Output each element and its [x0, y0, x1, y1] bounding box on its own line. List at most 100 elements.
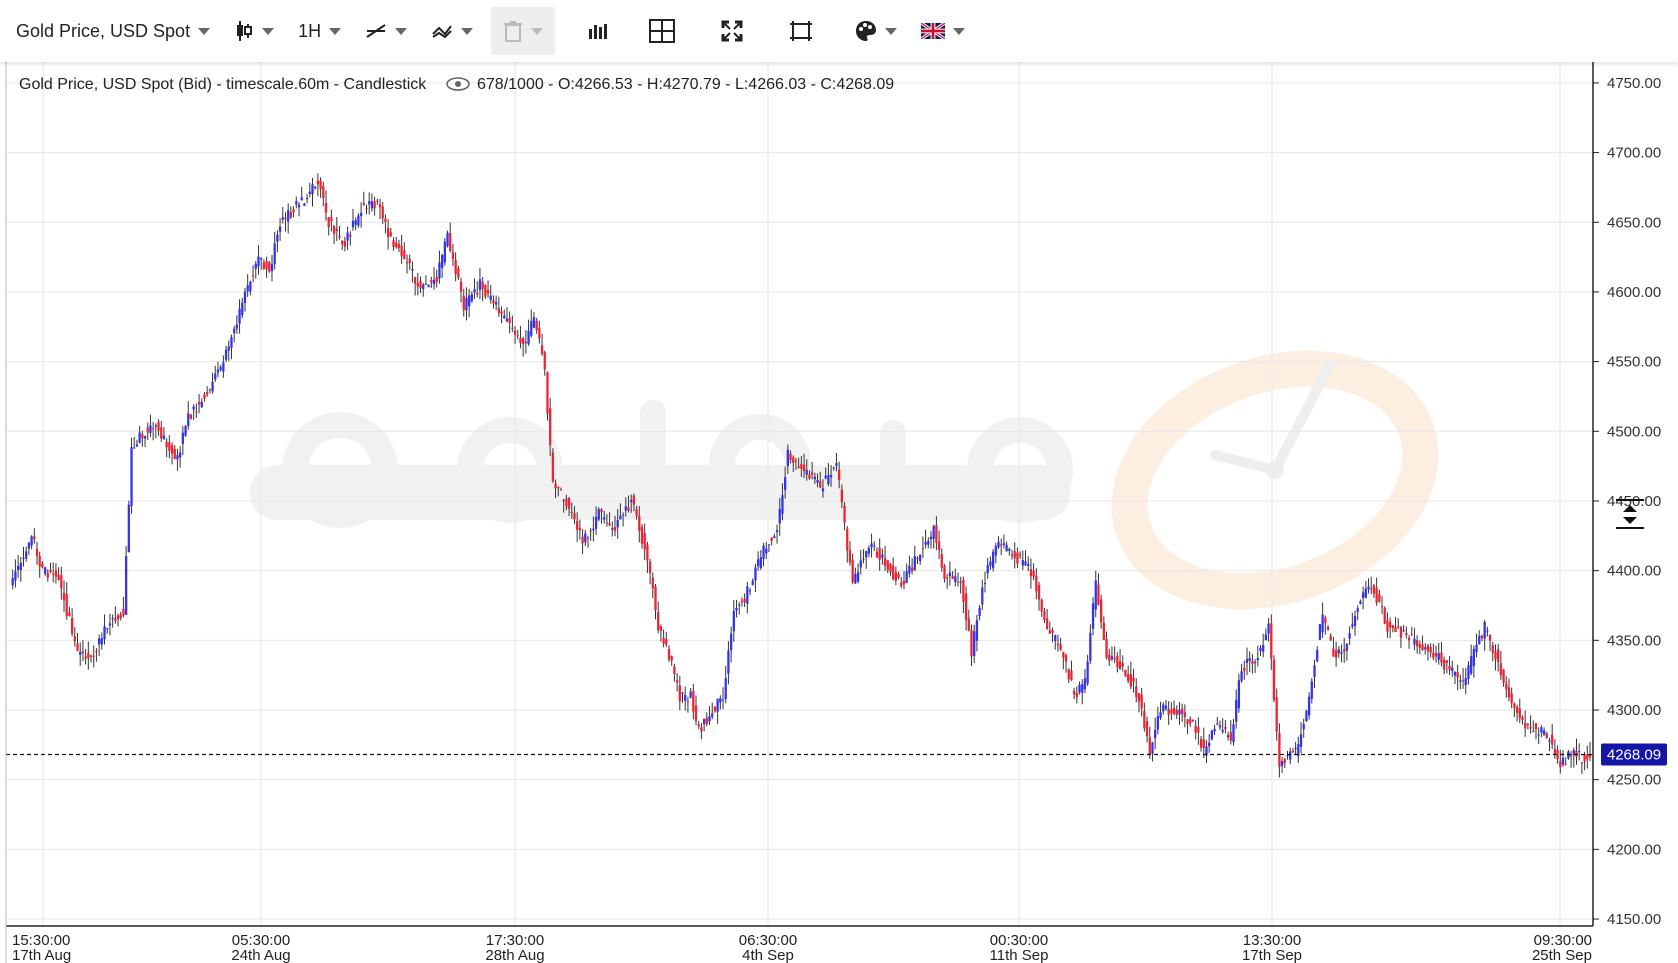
candle-body	[292, 209, 295, 213]
crosshair-toggle-button[interactable]	[643, 7, 681, 55]
candle-body	[627, 507, 630, 511]
candle-body	[675, 680, 679, 683]
candle-body	[802, 464, 806, 472]
candle-body	[1480, 635, 1484, 639]
candle-body	[519, 337, 522, 344]
language-selector[interactable]	[915, 7, 971, 55]
candle-body	[35, 549, 39, 557]
candle-body	[943, 565, 946, 580]
candle-body	[1259, 647, 1262, 651]
drawing-tools-selector[interactable]	[359, 7, 413, 55]
candle-body	[54, 570, 58, 577]
candle-body	[1307, 696, 1311, 716]
candle-body	[883, 558, 887, 567]
candle-body	[60, 575, 63, 589]
candle-body	[79, 651, 82, 655]
candle-body	[870, 543, 873, 548]
y-tick-label: 4300.00	[1607, 702, 1661, 719]
candle-body	[584, 533, 587, 543]
candle-body	[1067, 669, 1070, 680]
candle-body	[694, 705, 698, 721]
candle-body	[735, 607, 738, 611]
candle-body	[70, 617, 74, 634]
fit-screen-button[interactable]	[783, 7, 819, 55]
candle-body	[1210, 730, 1214, 740]
candle-body	[149, 425, 152, 433]
time-axis[interactable]: 15:30:0017th Aug05:30:0024th Aug17:30:00…	[12, 932, 1592, 963]
candle-body	[611, 528, 614, 530]
candle-body	[1532, 731, 1535, 733]
chart-type-selector[interactable]	[228, 7, 280, 55]
candle-body	[1453, 672, 1457, 676]
candle-body	[721, 699, 725, 701]
candle-body	[878, 547, 881, 560]
indicators-selector[interactable]	[425, 7, 479, 55]
candle-body	[792, 457, 795, 463]
candle-body	[921, 548, 925, 550]
candle-body	[1097, 584, 1100, 605]
candle-body	[359, 212, 363, 216]
candle-body	[900, 582, 903, 586]
price-axis[interactable]: 4150.00 4200.00 4250.00 4300.00 4350.00 4400.…	[1593, 75, 1661, 928]
candle-body	[886, 560, 889, 570]
candle-body	[197, 401, 201, 405]
candle-body	[681, 692, 684, 694]
candle-body	[1175, 709, 1178, 715]
candle-body	[608, 523, 611, 526]
fullscreen-icon	[721, 20, 743, 42]
candle-body	[1459, 680, 1462, 682]
candle-body	[929, 536, 933, 540]
candle-body	[1526, 724, 1530, 726]
candle-body	[495, 302, 498, 305]
candle-body	[1375, 587, 1378, 603]
candle-body	[794, 460, 798, 462]
timeframe-selector[interactable]: 1H	[292, 7, 347, 55]
candle-body	[173, 448, 176, 459]
candle-body	[651, 577, 654, 589]
candle-body	[249, 281, 252, 292]
candle-body	[935, 525, 938, 543]
candle-body	[765, 548, 768, 554]
fit-screen-icon	[789, 20, 813, 42]
chart[interactable]: 4150.00 4200.00 4250.00 4300.00 4350.00 4400.…	[0, 0, 1678, 963]
fullscreen-button[interactable]	[715, 7, 749, 55]
candle-body	[1321, 614, 1324, 633]
candle-body	[184, 425, 187, 436]
candle-body	[492, 300, 495, 304]
candle-body	[1313, 665, 1316, 677]
candle-body	[1081, 684, 1084, 693]
candle-body	[1078, 684, 1081, 693]
candle-body	[1286, 755, 1289, 757]
delete-drawings-button[interactable]	[491, 7, 556, 55]
candle-body	[1502, 669, 1505, 683]
chevron-down-icon	[885, 27, 898, 35]
candle-body	[454, 259, 457, 275]
symbol-selector[interactable]: Gold Price, USD Spot	[10, 7, 216, 55]
candle-body	[1326, 626, 1330, 631]
candle-body	[1494, 651, 1497, 660]
x-tick-date: 24th Aug	[231, 947, 290, 963]
candle-body	[176, 455, 179, 460]
y-tick-label: 4600.00	[1607, 284, 1661, 301]
candle-body	[973, 631, 976, 657]
candle-body	[1299, 734, 1303, 747]
candle-body	[427, 284, 430, 287]
candle-body	[1226, 735, 1230, 738]
candle-body	[52, 573, 55, 575]
candle-body	[168, 441, 171, 451]
volume-toggle-button[interactable]	[581, 7, 615, 55]
candle-body	[1334, 650, 1338, 658]
candle-body	[778, 508, 781, 524]
visibility-eye-icon[interactable]	[446, 77, 470, 91]
candle-body	[422, 284, 425, 290]
candle-body	[827, 474, 830, 485]
candle-body	[1167, 708, 1170, 715]
candle-body	[289, 212, 293, 218]
candle-body	[462, 295, 465, 311]
candle-body	[867, 548, 871, 554]
candle-body	[203, 394, 206, 399]
candle-body	[605, 522, 609, 524]
theme-selector[interactable]	[849, 7, 903, 55]
candle-body	[14, 571, 17, 581]
candle-body	[1586, 754, 1589, 760]
